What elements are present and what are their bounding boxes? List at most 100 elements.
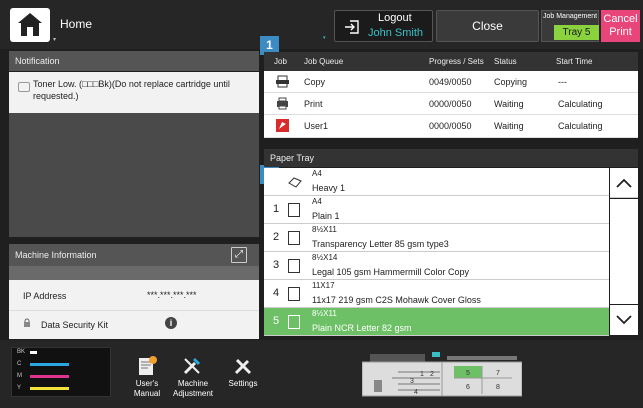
job-status: Copying: [494, 77, 528, 87]
tray-type: 11x17 219 gsm C2S Mohawk Cover Gloss: [312, 295, 481, 305]
tray-number: 1: [420, 371, 424, 378]
job-progress: 0000/0050: [429, 121, 472, 131]
tray-icon: [288, 203, 300, 217]
toner-bar-m: [30, 375, 69, 378]
toner-bar-bk: [30, 351, 37, 354]
users-manual-label: User's Manual: [133, 379, 161, 398]
scroll-up-button[interactable]: [610, 168, 638, 198]
tray-row-1[interactable]: 1 A4 Plain 1: [264, 196, 609, 224]
tray-number: 2: [273, 231, 280, 243]
tray-number: 6: [466, 384, 470, 391]
message-icon: [18, 82, 30, 92]
logout-user-name: John Smith: [368, 27, 424, 39]
job-management-label: Job Management: [543, 13, 598, 20]
tray-diagram[interactable]: 1 2 3 4 5 6 7 8: [362, 350, 522, 398]
notification-header: Notification: [9, 51, 259, 71]
tray-type: Plain NCR Letter 82 gsm: [312, 323, 412, 333]
user-job-icon: [276, 119, 289, 132]
job-name: Print: [304, 99, 323, 109]
data-security-label: Data Security Kit: [41, 320, 109, 330]
tray-button[interactable]: Tray 5: [554, 25, 599, 40]
machine-info-divider: [9, 266, 259, 280]
cancel-print-button[interactable]: Cancel Print: [601, 10, 640, 42]
tray-size: 8½X14: [312, 253, 338, 262]
tray-icon: [374, 380, 382, 392]
tray-type: Plain 1: [312, 211, 340, 221]
info-icon[interactable]: i: [165, 317, 177, 329]
tray-number: 4: [273, 287, 280, 299]
tray-number: 1: [273, 203, 280, 215]
job-name: User1: [304, 121, 329, 131]
job-start-time: Calculating: [558, 121, 603, 131]
tray-number: 8: [496, 384, 500, 391]
tray-icon: [288, 259, 300, 273]
tray-icon: [288, 287, 300, 301]
print-icon: [277, 97, 288, 110]
tray-size: A4: [312, 169, 322, 178]
home-dropdown-icon[interactable]: ▾: [53, 36, 56, 43]
tray-row-bypass[interactable]: A4 Heavy 1: [264, 168, 609, 196]
job-status: Waiting: [494, 99, 524, 109]
tray-type: Legal 105 gsm Hammermill Color Copy: [312, 267, 470, 277]
tray-row-2[interactable]: 2 8½X11 Transparency Letter 85 gsm type3: [264, 224, 609, 252]
ip-address-value: ***.***.***.***: [147, 290, 197, 300]
logout-dropdown-icon[interactable]: ▾: [323, 35, 326, 41]
tray-size: 11X17: [312, 281, 335, 290]
tray-row-5-selected[interactable]: 5 8½X11 Plain NCR Letter 82 gsm: [264, 308, 609, 336]
toner-label: BK: [17, 349, 26, 355]
home-button[interactable]: [10, 8, 50, 42]
toner-label: M: [17, 373, 22, 379]
manual-icon[interactable]: [136, 355, 158, 377]
column-header: Progress / Sets: [429, 57, 484, 66]
expand-icon[interactable]: ⤢: [231, 247, 247, 263]
job-status: Waiting: [494, 121, 524, 131]
ip-address-label: IP Address: [23, 291, 67, 301]
tray-row-3[interactable]: 3 8½X14 Legal 105 gsm Hammermill Color C…: [264, 252, 609, 280]
tray-number: 5: [273, 315, 280, 327]
column-header: Start Time: [556, 57, 593, 66]
job-queue-header: Job Job Queue Progress / Sets Status Sta…: [264, 52, 638, 71]
logout-title: Logout: [378, 12, 412, 24]
tray-size: 8½X11: [312, 309, 337, 318]
chevron-up-icon: [616, 178, 632, 188]
tray-number: 3: [273, 259, 280, 271]
settings-label: Settings: [228, 379, 258, 388]
settings-icon[interactable]: [232, 355, 254, 377]
column-header: Status: [494, 57, 517, 66]
machine-adjustment-icon[interactable]: [181, 355, 203, 377]
logout-icon: [345, 20, 359, 34]
tray-size: A4: [312, 197, 322, 206]
job-row[interactable]: Print 0000/0050 Waiting Calculating: [264, 93, 638, 115]
home-icon: [18, 13, 42, 36]
chevron-down-icon: [616, 315, 632, 325]
notification-empty-area: [9, 113, 259, 237]
tray-number: 4: [414, 389, 418, 396]
tray-icon: [288, 231, 300, 245]
job-progress: 0049/0050: [429, 77, 472, 87]
toner-label: Y: [17, 385, 22, 391]
tray-type: Heavy 1: [312, 183, 346, 193]
tray-type: Transparency Letter 85 gsm type3: [312, 239, 449, 249]
close-button[interactable]: Close: [436, 10, 539, 42]
notification-message: Toner Low. (□□□Bk)(Do not replace cartri…: [33, 79, 230, 101]
print-label: Print: [609, 26, 632, 38]
toner-bar-y: [30, 387, 69, 390]
job-name: Copy: [304, 77, 326, 87]
job-start-time: ---: [558, 77, 567, 87]
tray-row-4[interactable]: 4 11X17 11x17 219 gsm C2S Mohawk Cover G…: [264, 280, 609, 308]
machine-adjustment-label: Machine Adjustment: [172, 379, 214, 398]
job-progress: 0000/0050: [429, 99, 472, 109]
job-row[interactable]: User1 0000/0050 Waiting Calculating: [264, 115, 638, 138]
tray-number: 5: [466, 370, 470, 377]
scroll-track: [610, 199, 638, 304]
lock-icon: [24, 318, 30, 327]
toner-label: C: [17, 361, 22, 367]
job-row[interactable]: Copy 0049/0050 Copying ---: [264, 71, 638, 93]
cancel-label: Cancel: [603, 13, 638, 25]
tray-number: 2: [430, 371, 434, 378]
scroll-down-button[interactable]: [610, 305, 638, 335]
tray-number: 3: [410, 378, 414, 385]
paper-tray-header: Paper Tray: [264, 149, 638, 167]
tray-number: 7: [496, 370, 500, 377]
job-start-time: Calculating: [558, 99, 603, 109]
